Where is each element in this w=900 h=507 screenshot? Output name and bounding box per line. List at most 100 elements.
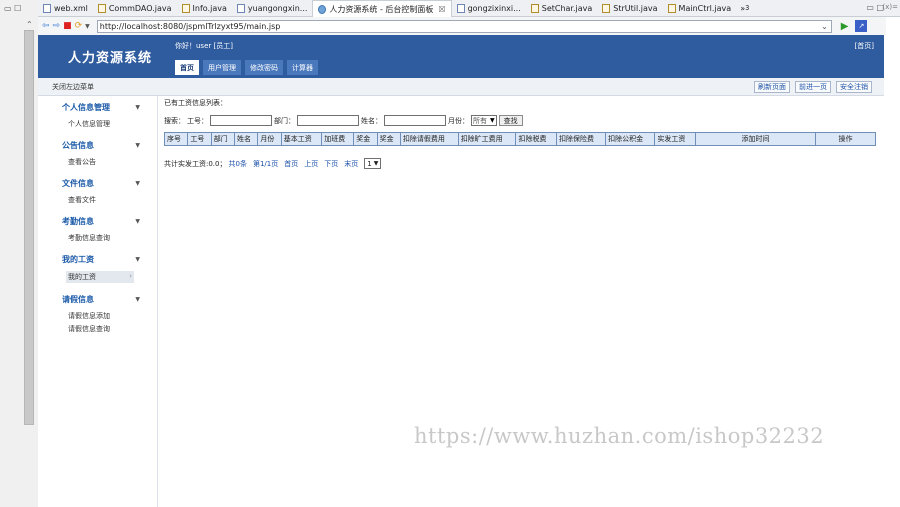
- page-select-value: 1: [367, 159, 372, 168]
- sidebar-item-selected[interactable]: 我的工资 ›: [66, 271, 134, 283]
- refresh-icon[interactable]: ⟳: [75, 21, 83, 31]
- name-input[interactable]: [384, 115, 446, 126]
- month-select[interactable]: 所有 ▼: [471, 115, 497, 126]
- section-title-text: 个人信息管理: [62, 103, 110, 112]
- page-title: 已有工资信息列表：: [164, 99, 227, 107]
- more-tabs-button[interactable]: » 3: [740, 0, 749, 16]
- tab-label: gongzixinxi...: [467, 4, 521, 13]
- sidebar: 个人信息管理 ▼ 个人信息管理 公告信息 ▼ 查看公告 文件信息 ▼ 查看文件 考勤信…: [38, 96, 158, 507]
- chevron-down-icon[interactable]: ⌄: [821, 22, 828, 31]
- editor-tab[interactable]: MainCtrl.java: [663, 0, 737, 17]
- variables-view-label[interactable]: (x)=: [883, 3, 898, 11]
- editor-tab[interactable]: StrUtil.java: [597, 0, 662, 17]
- tab-label: web.xml: [54, 4, 88, 13]
- home-link[interactable]: [首页]: [855, 41, 874, 51]
- column-header: 部门: [210, 132, 236, 146]
- nav-tab-calculator[interactable]: 计算器: [287, 60, 318, 75]
- go-icon[interactable]: ▶: [841, 21, 849, 32]
- sidebar-item[interactable]: 查看公告: [68, 157, 157, 167]
- tab-label: SetChar.java: [541, 4, 593, 13]
- column-header: 扣除税费: [515, 132, 558, 146]
- external-browser-icon[interactable]: ↗: [855, 20, 868, 32]
- sidebar-section-title[interactable]: 文件信息 ▼: [62, 178, 140, 189]
- chevron-down-icon[interactable]: ▼: [135, 216, 140, 227]
- last-page-link[interactable]: 末页: [344, 159, 358, 169]
- globe-icon: [318, 4, 327, 14]
- column-header: 扣除公积金: [605, 132, 656, 146]
- chevron-down-icon[interactable]: ▼: [135, 178, 140, 189]
- java-file-icon: [97, 4, 106, 13]
- prev-page-link[interactable]: 上页: [304, 159, 318, 169]
- chevron-down-icon[interactable]: ▼: [135, 254, 140, 265]
- scrollbar[interactable]: [24, 30, 34, 425]
- sidebar-section: 考勤信息 ▼ 考勤信息查询: [62, 216, 157, 243]
- chevron-down-icon: ▼: [490, 117, 495, 124]
- java-file-icon: [667, 4, 676, 13]
- watermark: https://www.huzhan.com/ishop32232: [414, 424, 825, 448]
- employee-id-label: 工号：: [187, 116, 208, 125]
- sidebar-section-title[interactable]: 我的工资 ▼: [62, 254, 140, 265]
- java-file-icon: [181, 4, 190, 13]
- minimize-icon[interactable]: ▭ ☐: [4, 4, 21, 13]
- employee-id-input[interactable]: [210, 115, 272, 126]
- chevron-down-icon[interactable]: ▼: [135, 140, 140, 151]
- forward-icon[interactable]: ⇨: [53, 21, 61, 31]
- editor-tab-active[interactable]: 人力资源系统 - 后台控制面板 ☒: [312, 0, 452, 17]
- close-left-menu-link[interactable]: 关闭左边菜单: [52, 82, 94, 92]
- window-controls[interactable]: ▭ □: [866, 3, 884, 12]
- column-header: 工号: [187, 132, 212, 146]
- pagination: 共计实发工资:0.0； 共0条 第1/1页 首页 上页 下页 末页 1 ▼: [164, 158, 878, 169]
- next-page-link[interactable]: 下页: [324, 159, 338, 169]
- sidebar-item[interactable]: 查看文件: [68, 195, 157, 205]
- first-page-link[interactable]: 首页: [284, 159, 298, 169]
- sidebar-section-title[interactable]: 个人信息管理 ▼: [62, 102, 140, 113]
- minimize-icon[interactable]: ▭: [866, 3, 874, 12]
- nav-tab-home[interactable]: 首页: [175, 60, 199, 75]
- stop-icon[interactable]: ■: [63, 21, 72, 31]
- column-header: 月份: [257, 132, 282, 146]
- sidebar-item[interactable]: 请假信息查询: [68, 324, 157, 334]
- search-button[interactable]: 查找: [498, 115, 523, 126]
- editor-tab[interactable]: gongzixinxi...: [452, 0, 526, 17]
- page-select[interactable]: 1 ▼: [364, 158, 382, 169]
- sidebar-section: 个人信息管理 ▼ 个人信息管理: [62, 102, 157, 129]
- close-icon[interactable]: ☒: [438, 5, 445, 14]
- java-file-icon: [530, 4, 539, 13]
- forward-page-button[interactable]: 前进一页: [795, 81, 831, 93]
- sidebar-section-title[interactable]: 考勤信息 ▼: [62, 216, 140, 227]
- chevron-down-icon[interactable]: ▼: [135, 294, 140, 305]
- section-title-text: 文件信息: [62, 179, 94, 188]
- sidebar-item[interactable]: 个人信息管理: [68, 119, 157, 129]
- editor-tab[interactable]: SetChar.java: [526, 0, 598, 17]
- editor-tab[interactable]: CommDAO.java: [93, 0, 177, 17]
- column-header: 操作: [815, 132, 876, 146]
- chevron-down-icon[interactable]: ▼: [135, 102, 140, 113]
- editor-tab[interactable]: yuangongxin...: [232, 0, 313, 17]
- logout-button[interactable]: 安全注销: [836, 81, 872, 93]
- column-header: 基本工资: [280, 132, 323, 146]
- back-icon[interactable]: ⇦: [42, 21, 50, 31]
- month-select-value: 所有: [473, 116, 487, 125]
- sidebar-section-title[interactable]: 请假信息 ▼: [62, 294, 140, 305]
- column-header: 扣除保险费: [556, 132, 607, 146]
- jsp-file-icon: [236, 4, 245, 13]
- nav-tab-change-password[interactable]: 修改密码: [245, 60, 283, 75]
- chevron-down-icon: ▼: [373, 160, 379, 167]
- sub-toolbar: 关闭左边菜单 刷新页面 前进一页 安全注销: [38, 78, 884, 96]
- department-input[interactable]: [297, 115, 359, 126]
- url-input[interactable]: http://localhost:8080/jspmlTrlzyxt95/mai…: [96, 19, 832, 33]
- sidebar-section-title[interactable]: 公告信息 ▼: [62, 140, 140, 151]
- sub-toolbar-buttons: 刷新页面 前进一页 安全注销: [754, 81, 872, 93]
- jsp-file-icon: [456, 4, 465, 13]
- dropdown-icon[interactable]: ▼: [85, 23, 90, 30]
- tab-label: 人力资源系统 - 后台控制面板: [329, 4, 434, 14]
- collapse-icon[interactable]: ⌃: [26, 20, 33, 29]
- refresh-page-button[interactable]: 刷新页面: [754, 81, 790, 93]
- editor-tab[interactable]: web.xml: [38, 0, 93, 17]
- editor-tab[interactable]: Info.java: [177, 0, 232, 17]
- sidebar-section: 公告信息 ▼ 查看公告: [62, 140, 157, 167]
- nav-tab-user-management[interactable]: 用户管理: [203, 60, 241, 75]
- sidebar-item[interactable]: 考勤信息查询: [68, 233, 157, 243]
- name-label: 姓名：: [361, 116, 382, 125]
- sidebar-item[interactable]: 请假信息添加: [68, 311, 157, 321]
